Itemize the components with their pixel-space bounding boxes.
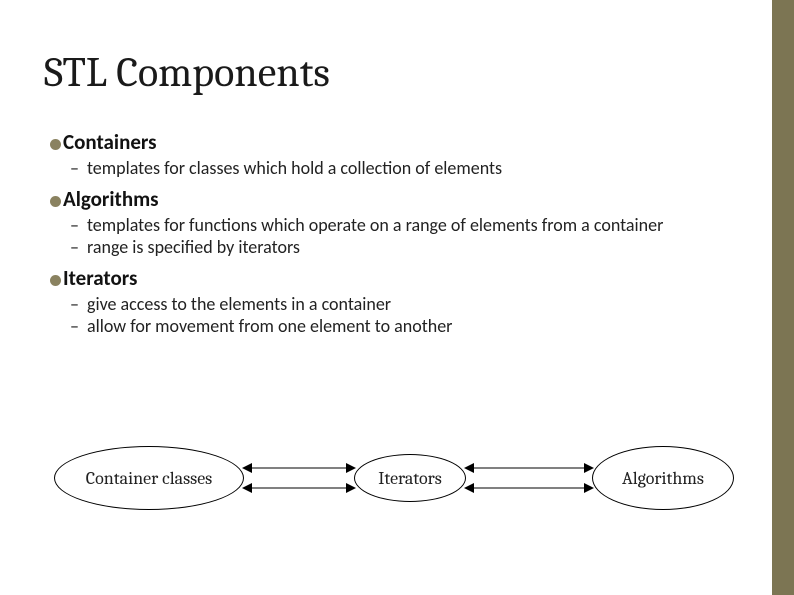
slide: STL Components Containers – templates fo…: [0, 0, 794, 595]
connector-right: [464, 462, 594, 494]
list-item: – range is specified by iterators: [70, 236, 750, 259]
sub-list: – templates for classes which hold a col…: [70, 157, 750, 180]
diagram-node-iterators: Iterators: [354, 454, 466, 502]
node-label: Iterators: [378, 468, 442, 489]
sub-list: – templates for functions which operate …: [70, 214, 750, 259]
list-item: – templates for classes which hold a col…: [70, 157, 750, 180]
section-title: Containers: [63, 129, 157, 155]
section-heading: Iterators: [50, 265, 750, 291]
item-text: templates for classes which hold a colle…: [87, 157, 502, 180]
bullet-icon: [50, 196, 61, 207]
item-text: templates for functions which operate on…: [87, 214, 663, 237]
item-text: range is specified by iterators: [87, 236, 300, 259]
list-item: – give access to the elements in a conta…: [70, 293, 750, 316]
dash-icon: –: [70, 315, 79, 338]
section-title: Algorithms: [63, 186, 159, 212]
section-algorithms: Algorithms – templates for functions whi…: [44, 186, 750, 259]
page-title: STL Components: [44, 48, 750, 97]
node-label: Container classes: [86, 468, 212, 489]
dash-icon: –: [70, 214, 79, 237]
connector-left: [242, 462, 356, 494]
dash-icon: –: [70, 293, 79, 316]
node-label: Algorithms: [622, 468, 704, 489]
bullet-icon: [50, 139, 61, 150]
item-text: allow for movement from one element to a…: [87, 315, 452, 338]
section-iterators: Iterators – give access to the elements …: [44, 265, 750, 338]
section-heading: Algorithms: [50, 186, 750, 212]
diagram-node-container-classes: Container classes: [54, 446, 244, 510]
item-text: give access to the elements in a contain…: [87, 293, 391, 316]
section-heading: Containers: [50, 129, 750, 155]
diagram: Container classes Iterators Algorithms: [54, 432, 734, 524]
diagram-node-algorithms: Algorithms: [592, 446, 734, 510]
dash-icon: –: [70, 236, 79, 259]
bullet-icon: [50, 275, 61, 286]
section-title: Iterators: [63, 265, 137, 291]
section-containers: Containers – templates for classes which…: [44, 129, 750, 180]
list-item: – allow for movement from one element to…: [70, 315, 750, 338]
list-item: – templates for functions which operate …: [70, 214, 750, 237]
dash-icon: –: [70, 157, 79, 180]
sub-list: – give access to the elements in a conta…: [70, 293, 750, 338]
side-accent-bar: [772, 0, 794, 595]
